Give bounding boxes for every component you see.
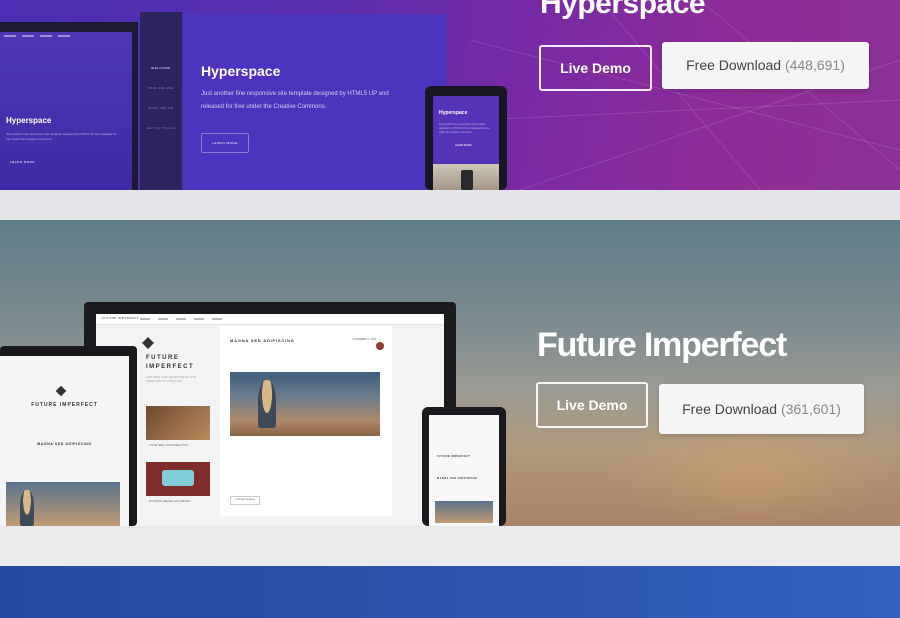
template-title: Future Imperfect — [537, 326, 787, 364]
tablet-preview-title: FUTURE IMPERFECT — [31, 402, 98, 408]
laptop-preview-description: Just another fine responsive site templa… — [6, 132, 117, 141]
download-count: (448,691) — [784, 57, 845, 73]
tablet-post-image — [6, 482, 120, 526]
preview-nav-who-we-are: WHO WE ARE — [148, 86, 174, 90]
hyperspace-preview-sidebar: WELCOME WHO WE ARE WHAT WE DO GET IN TOU… — [140, 12, 182, 190]
preview-nav-get-in-touch: GET IN TOUCH — [146, 126, 176, 130]
phone-preview-description: Just another fine responsive site templa… — [439, 123, 490, 134]
desktop-preview-subtitle: ANOTHER FINE RESPONSIVE SITE TEMPLATE BY… — [146, 376, 197, 383]
tablet-post-title: MAGNA SED ADIPISCING — [37, 442, 92, 446]
phone-preview-title: Hyperspace — [439, 110, 468, 116]
live-demo-button[interactable]: Live Demo — [536, 382, 648, 428]
template-title: Hyperspace — [540, 0, 706, 20]
phone-preview-button: LEARN MORE — [455, 144, 472, 147]
post-title: MAGNA SED ADIPISCING — [230, 338, 295, 343]
mini-post-image-2 — [146, 462, 210, 496]
post-image — [230, 372, 380, 436]
next-template-section — [0, 566, 900, 618]
hyperspace-laptop-preview: Hyperspace Just another fine responsive … — [0, 22, 138, 190]
author-avatar — [376, 342, 384, 350]
mini-post-image-1 — [146, 406, 210, 440]
phone-screen: Hyperspace Just another fine responsive … — [433, 96, 499, 190]
phone-post-image — [435, 501, 493, 523]
download-label: Free Download — [682, 401, 778, 417]
section-separator — [0, 190, 900, 220]
future-imperfect-phone-preview: FUTURE IMPERFECT MAGNA SED ADIPISCING — [422, 407, 506, 526]
tablet-screen: FUTURE IMPERFECT MAGNA SED ADIPISCING — [0, 356, 129, 526]
phone-preview-title: FUTURE IMPERFECT — [437, 455, 471, 458]
future-imperfect-tablet-preview: FUTURE IMPERFECT MAGNA SED ADIPISCING — [0, 346, 137, 526]
logo-icon — [142, 337, 154, 349]
future-imperfect-desktop-preview: FUTURE IMPERFECT FUTURE IMPERFECT ANOTHE… — [84, 302, 456, 526]
free-download-button[interactable]: Free Download (361,601) — [659, 384, 864, 434]
phone-post-title: MAGNA SED ADIPISCING — [437, 477, 478, 480]
hyperspace-section: Hyperspace Just another fine responsive … — [0, 0, 900, 190]
preview-main-description: Just another fine responsive site templa… — [201, 91, 389, 110]
laptop-top-nav — [4, 35, 70, 39]
tablet-logo-icon — [55, 385, 67, 397]
preview-main-title: Hyperspace — [201, 63, 281, 79]
mini-post-title-2: RUTRUM NEQUE ACCUMSAN — [149, 500, 191, 503]
free-download-button[interactable]: Free Download (448,691) — [662, 42, 869, 89]
live-demo-button[interactable]: Live Demo — [539, 45, 652, 91]
hyperspace-preview-main: Hyperspace Just another fine responsive … — [183, 14, 446, 190]
laptop-preview-button: LEARN MORE — [10, 160, 35, 164]
desktop-screen: FUTURE IMPERFECT FUTURE IMPERFECT ANOTHE… — [96, 314, 444, 526]
laptop-screen: Hyperspace Just another fine responsive … — [0, 32, 132, 190]
download-count: (361,601) — [780, 401, 841, 417]
desktop-preview-nav — [140, 318, 222, 320]
future-imperfect-section: FUTURE IMPERFECT FUTURE IMPERFECT ANOTHE… — [0, 220, 900, 526]
phone-preview-photo — [433, 164, 499, 190]
laptop-preview-title: Hyperspace — [6, 116, 52, 125]
hyperspace-phone-preview: Hyperspace Just another fine responsive … — [425, 86, 507, 190]
post-date: NOVEMBER 1, 2015 — [352, 338, 376, 341]
continue-reading-button: CONTINUE READING — [230, 496, 260, 505]
desktop-preview-post: MAGNA SED ADIPISCING NOVEMBER 1, 2015 CO… — [220, 326, 392, 516]
desktop-preview-brand: FUTURE IMPERFECT — [102, 316, 139, 320]
desktop-preview-title: FUTURE IMPERFECT — [146, 355, 195, 370]
fi-phone-screen: FUTURE IMPERFECT MAGNA SED ADIPISCING — [429, 415, 499, 526]
mini-post-title-1: VITAE SED CONDIMENTUM — [149, 444, 188, 447]
preview-nav-what-we-do: WHAT WE DO — [148, 106, 174, 110]
download-label: Free Download — [686, 57, 782, 73]
preview-nav-welcome: WELCOME — [151, 66, 171, 70]
preview-learn-more: LEARN MORE — [201, 133, 249, 153]
desktop-preview-header: FUTURE IMPERFECT — [96, 314, 444, 325]
section-separator — [0, 526, 900, 566]
